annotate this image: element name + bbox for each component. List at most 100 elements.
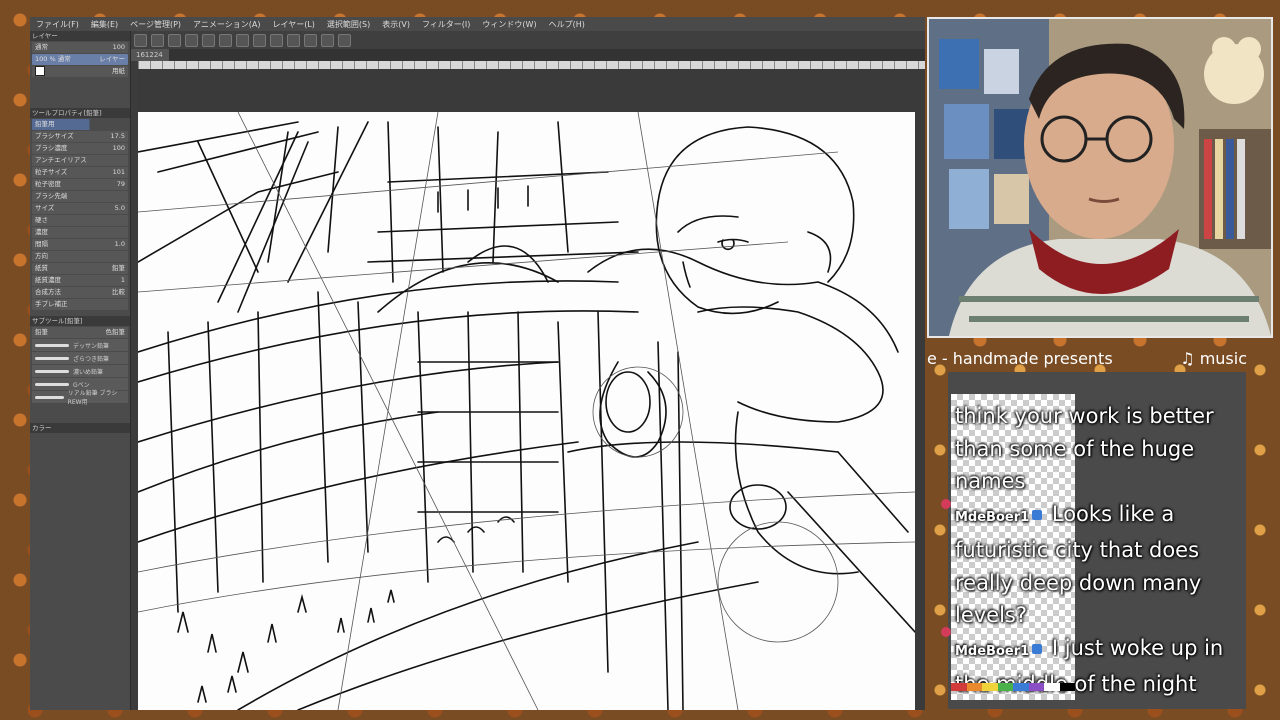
tool-property-row[interactable]: 粒子サイズ 101 xyxy=(32,167,128,178)
palette-swatch xyxy=(982,683,998,691)
property-label: 粒子サイズ xyxy=(35,168,68,176)
layer-name: 100 % 通常 xyxy=(35,55,71,63)
brush-stroke-preview xyxy=(35,369,69,373)
property-value: 鉛筆 xyxy=(112,264,125,272)
open-file-icon[interactable] xyxy=(151,33,164,47)
property-label: 方向 xyxy=(35,252,48,260)
color-panel-header: カラー xyxy=(30,423,130,433)
property-label: 紙質濃度 xyxy=(35,276,61,284)
layer-item-selected[interactable]: 100 % 通常 レイヤー xyxy=(32,54,128,65)
tool-property-row[interactable]: 間隔 1.0 xyxy=(32,239,128,250)
brush-stroke-preview xyxy=(35,343,69,347)
palette-swatch xyxy=(1028,683,1044,691)
brush-stroke-preview xyxy=(35,395,64,399)
tool-property-row[interactable]: 硬さ xyxy=(32,215,128,226)
property-value: 比較 xyxy=(112,288,125,296)
layer-item-paper[interactable]: 用紙 xyxy=(32,66,128,77)
palette-swatch xyxy=(1013,683,1029,691)
brush-item[interactable]: 濃いめ鉛筆 xyxy=(32,365,128,377)
snap-icon[interactable] xyxy=(321,33,334,47)
tool-property-row[interactable]: ブラシサイズ 17.5 xyxy=(32,131,128,142)
property-label: アンチエイリアス xyxy=(35,156,87,164)
ruler-icon[interactable] xyxy=(304,33,317,47)
property-label: 濃度 xyxy=(35,228,48,236)
tool-property-row[interactable]: 合成方法 比較 xyxy=(32,287,128,298)
brush-name: 濃いめ鉛筆 xyxy=(73,368,104,376)
property-value: 100 xyxy=(112,144,125,152)
menu-item[interactable]: アニメーション(A) xyxy=(187,19,266,30)
transform-icon[interactable] xyxy=(236,33,249,47)
blend-mode-select[interactable]: 通常 100 xyxy=(32,42,128,53)
crop-icon[interactable] xyxy=(253,33,266,47)
sub-tool-header: サブツール[鉛筆] xyxy=(30,316,130,326)
property-label: 紙質 xyxy=(35,264,48,272)
property-label: 手ブレ補正 xyxy=(35,300,68,308)
document-tab[interactable]: 161224 xyxy=(130,49,169,61)
menu-item[interactable]: ウィンドウ(W) xyxy=(476,19,542,30)
clear-icon[interactable] xyxy=(219,33,232,47)
tool-property-row[interactable]: ブラシ濃度 100 xyxy=(32,143,128,154)
chat-text: think your work is better than some of t… xyxy=(955,404,1214,493)
grid-icon[interactable] xyxy=(338,33,351,47)
tool-property-row[interactable]: 紙質濃度 1 xyxy=(32,275,128,286)
tool-property-row[interactable]: 方向 xyxy=(32,251,128,262)
tool-property-row[interactable]: 紙質 鉛筆 xyxy=(32,263,128,274)
ticker-title: e - handmade presents xyxy=(927,349,1113,368)
brush-name: リアル鉛筆 ブラシ REW用 xyxy=(67,390,118,406)
webcam-feed xyxy=(927,17,1273,338)
chat-messages: think your work is better than some of t… xyxy=(955,400,1245,701)
select-all-icon[interactable] xyxy=(270,33,283,47)
menu-item[interactable]: 編集(E) xyxy=(85,19,124,30)
menu-item[interactable]: フィルター(I) xyxy=(416,19,476,30)
menu-item[interactable]: レイヤー(L) xyxy=(266,19,320,30)
chat-message: think your work is better than some of t… xyxy=(955,400,1245,498)
paper-swatch-icon xyxy=(35,66,45,76)
brush-item[interactable]: リアル鉛筆 ブラシ REW用 xyxy=(32,390,128,406)
layer-panel-header: レイヤー xyxy=(30,31,130,41)
blend-mode-value: 通常 xyxy=(35,43,48,51)
property-label: 間隔 xyxy=(35,240,48,248)
chat-message: MdeBoer1 Looks like a futuristic city th… xyxy=(955,498,1245,632)
brush-list: デッサン鉛筆 ざらつき鉛筆 濃いめ鉛筆 Gペン リアル鉛筆 ブラシ REW用 xyxy=(30,339,130,406)
sub-tool-tabs: 鉛筆 色鉛筆 xyxy=(32,327,128,338)
tool-property-header: ツールプロパティ[鉛筆] xyxy=(30,108,130,118)
brush-name: デッサン鉛筆 xyxy=(73,342,110,350)
menu-bar: ファイル(F) 編集(E) ページ管理(P) アニメーション(A) レイヤー(L) 選択範… xyxy=(30,17,925,31)
brush-name: ざらつき鉛筆 xyxy=(73,355,110,363)
menu-item[interactable]: 表示(V) xyxy=(376,19,416,30)
new-file-icon[interactable] xyxy=(134,33,147,47)
brush-item[interactable]: デッサン鉛筆 xyxy=(32,339,128,351)
color-palette-strip xyxy=(951,683,1075,691)
brush-item[interactable]: ざらつき鉛筆 xyxy=(32,352,128,364)
layer-name: 用紙 xyxy=(112,67,125,75)
chat-username: MdeBoer1 xyxy=(955,643,1030,659)
chat-username: MdeBoer1 xyxy=(955,509,1030,525)
document-tabs: 161224 xyxy=(130,49,925,61)
tool-property-row[interactable]: サイズ 5.0 xyxy=(32,203,128,214)
undo-icon[interactable] xyxy=(185,33,198,47)
sub-tool-tab-pencil[interactable]: 鉛筆 xyxy=(35,327,48,338)
save-icon[interactable] xyxy=(168,33,181,47)
property-label: サイズ xyxy=(35,204,55,212)
invert-selection-icon[interactable] xyxy=(287,33,300,47)
menu-item[interactable]: 選択範囲(S) xyxy=(321,19,376,30)
tool-property-row[interactable]: 濃度 xyxy=(32,227,128,238)
tool-property-row[interactable]: アンチエイリアス xyxy=(32,155,128,166)
menu-item[interactable]: ヘルプ(H) xyxy=(543,19,591,30)
property-label: 合成方法 xyxy=(35,288,61,296)
drawing-canvas[interactable] xyxy=(138,112,915,710)
brush-stroke-preview xyxy=(35,382,69,386)
property-label: 粒子密度 xyxy=(35,180,61,188)
left-panel: レイヤー 通常 100 100 % 通常 レイヤー 用紙 ツールプロパティ[鉛筆… xyxy=(30,31,131,710)
tool-property-row[interactable]: ブラシ先端 xyxy=(32,191,128,202)
layer-list-spacer xyxy=(30,78,130,108)
redo-icon[interactable] xyxy=(202,33,215,47)
palette-swatch xyxy=(951,683,967,691)
menu-item[interactable]: ページ管理(P) xyxy=(124,19,187,30)
sub-tool-tab-color-pencil[interactable]: 色鉛筆 xyxy=(106,327,126,338)
ticker-music: ♫ music xyxy=(1180,349,1247,368)
menu-item[interactable]: ファイル(F) xyxy=(30,19,85,30)
tool-property-row[interactable]: 粒子密度 79 xyxy=(32,179,128,190)
tool-preset[interactable]: 鉛筆用 xyxy=(32,119,128,130)
tool-property-row[interactable]: 手ブレ補正 xyxy=(32,299,128,310)
